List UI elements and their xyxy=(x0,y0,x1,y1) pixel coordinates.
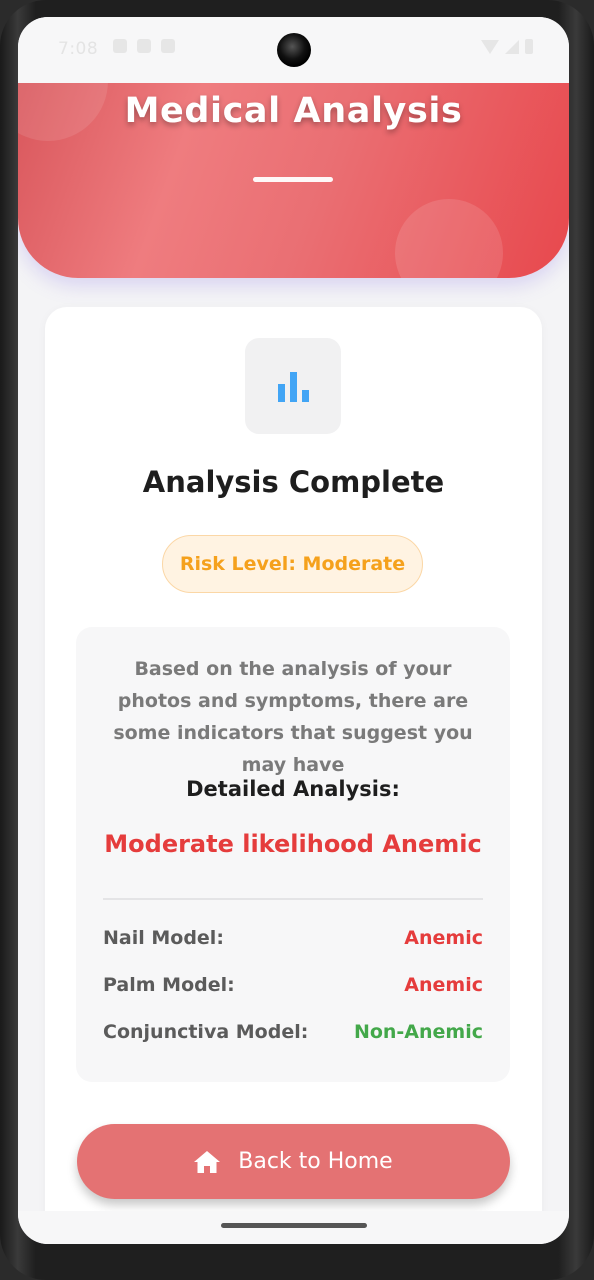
model-label: Conjunctiva Model: xyxy=(103,1021,309,1043)
sim-icon xyxy=(137,39,151,53)
page-header: Medical Analysis xyxy=(18,81,569,278)
model-label: Nail Model: xyxy=(103,927,224,949)
page-title: Medical Analysis xyxy=(124,91,463,131)
status-time: 7:08 xyxy=(58,39,99,59)
model-result: Anemic xyxy=(404,927,483,949)
screen: 7:08 Medical Analysis Analysis Complete … xyxy=(18,17,569,1244)
bar-chart-icon xyxy=(278,372,309,402)
home-icon xyxy=(194,1150,221,1173)
model-row-conjunctiva: Conjunctiva Model: Non-Anemic xyxy=(103,1017,483,1047)
model-result: Anemic xyxy=(404,974,483,996)
decor-bubble xyxy=(395,199,503,278)
model-label: Palm Model: xyxy=(103,974,235,996)
analysis-result: Moderate likelihood Anemic xyxy=(104,830,482,858)
analysis-summary: Based on the analysis of your photos and… xyxy=(113,658,473,776)
divider xyxy=(103,898,483,900)
notification-icons xyxy=(113,39,175,53)
signal-icon xyxy=(505,39,519,54)
back-to-home-label: Back to Home xyxy=(238,1149,393,1174)
title-underline xyxy=(253,177,333,182)
battery-icon xyxy=(525,39,533,54)
front-camera xyxy=(277,33,311,67)
analysis-heading: Analysis Complete xyxy=(142,465,445,499)
sync-icon xyxy=(161,39,175,53)
gesture-nav-bar xyxy=(18,1211,569,1244)
result-icon-box xyxy=(245,338,341,434)
model-row-nail: Nail Model: Anemic xyxy=(103,923,483,953)
wifi-icon xyxy=(481,39,499,54)
system-icons xyxy=(481,39,533,54)
notification-icon xyxy=(113,39,127,53)
home-gesture-handle[interactable] xyxy=(221,1223,367,1228)
analysis-details-panel: Based on the analysis of your photos and… xyxy=(76,627,510,1082)
phone-frame: 7:08 Medical Analysis Analysis Complete … xyxy=(0,0,594,1280)
analysis-card: Analysis Complete Risk Level: Moderate B… xyxy=(45,307,542,1244)
detailed-analysis-heading: Detailed Analysis: xyxy=(186,777,400,801)
model-result: Non-Anemic xyxy=(353,1021,483,1043)
back-to-home-button[interactable]: Back to Home xyxy=(77,1124,510,1199)
risk-level-badge: Risk Level: Moderate xyxy=(162,535,423,593)
model-row-palm: Palm Model: Anemic xyxy=(103,970,483,1000)
